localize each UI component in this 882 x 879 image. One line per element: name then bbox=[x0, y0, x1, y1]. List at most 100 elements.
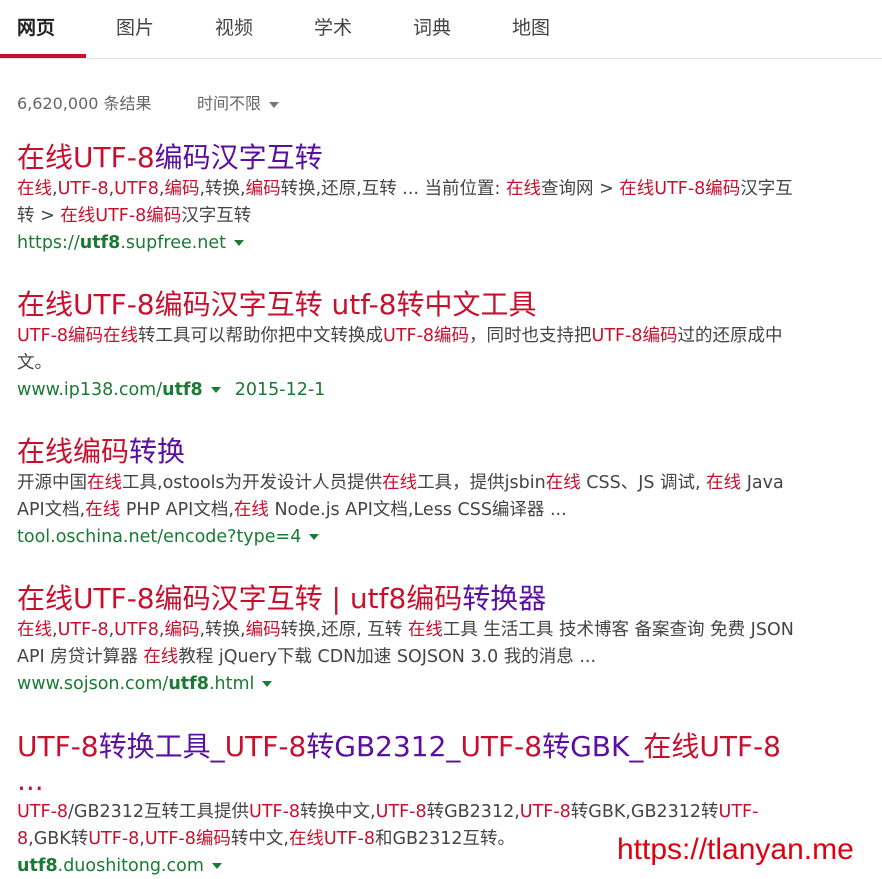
result-title-link[interactable]: 在线UTF-8编码汉字互转 | utf8编码转换器 bbox=[17, 582, 817, 616]
text-segment: 转GB2312_ bbox=[306, 730, 461, 763]
text-segment: 和GB2312互转。 bbox=[374, 829, 516, 849]
result-url-text: www.sojson.com/utf8.html bbox=[17, 674, 254, 694]
highlighted-keyword: 在线 bbox=[407, 620, 443, 640]
result-title-link[interactable]: 在线编码转换 bbox=[17, 435, 817, 469]
search-result: 在线UTF-8编码汉字互转 utf-8转中文工具 UTF-8编码在线转工具可以帮… bbox=[17, 288, 817, 403]
caret-down-icon[interactable] bbox=[262, 681, 273, 687]
result-url-text: utf8.duoshitong.com bbox=[17, 856, 204, 876]
highlighted-keyword: UTF-8 bbox=[249, 802, 301, 822]
highlighted-keyword: UTF-8 bbox=[88, 829, 140, 849]
highlighted-keyword: 在线UTF-8编码 bbox=[60, 206, 182, 226]
highlighted-keyword: 在线UTF-8编码汉字互转 bbox=[17, 288, 332, 321]
caret-down-icon[interactable] bbox=[210, 387, 221, 393]
highlighted-keyword: 在线 bbox=[233, 500, 269, 520]
highlighted-keyword: UTF-8 bbox=[460, 730, 543, 763]
highlighted-keyword: 在线 bbox=[87, 473, 122, 493]
tab-videos[interactable]: 视频 bbox=[215, 13, 253, 40]
text-segment: 转GBK_ bbox=[542, 730, 644, 763]
text-segment: 转换工具_ bbox=[98, 730, 225, 763]
highlighted-keyword: UTF8 bbox=[114, 620, 159, 640]
time-filter-dropdown[interactable]: 时间不限 bbox=[197, 90, 280, 114]
highlighted-keyword: 编码 bbox=[164, 179, 200, 199]
highlighted-keyword: 在线 bbox=[17, 179, 52, 199]
result-url: www.sojson.com/utf8.html bbox=[17, 671, 817, 697]
result-url-text: www.ip138.com/utf8 bbox=[17, 380, 203, 400]
text-segment: 转换 bbox=[129, 435, 186, 468]
highlighted-keyword: 在线 bbox=[17, 620, 52, 640]
highlighted-keyword: UTF-8编码 bbox=[591, 326, 678, 346]
bold-keyword: utf8 bbox=[168, 674, 209, 694]
highlighted-keyword: UTF8 bbox=[114, 179, 159, 199]
results-meta: 6,620,000 条结果 时间不限 bbox=[17, 90, 280, 114]
highlighted-keyword: 在线 bbox=[103, 326, 139, 346]
text-segment: CSS、JS 调试, bbox=[580, 473, 707, 493]
highlighted-keyword: 在线 bbox=[382, 473, 418, 493]
text-segment: 转GB2312, bbox=[426, 802, 520, 822]
text-segment: 转换中文, bbox=[300, 802, 376, 822]
highlighted-keyword: 编码 bbox=[73, 435, 130, 468]
result-snippet: 在线,UTF-8,UTF8,编码,转换,编码转换,还原,互转 ... 当前位置:… bbox=[17, 176, 807, 230]
tab-academic[interactable]: 学术 bbox=[314, 13, 352, 40]
search-result: 在线UTF-8编码汉字互转 | utf8编码转换器 在线,UTF-8,UTF8,… bbox=[17, 582, 817, 697]
highlighted-keyword: UTF-8编码 bbox=[383, 326, 470, 346]
text-segment: https:// bbox=[17, 233, 80, 253]
caret-down-icon[interactable] bbox=[211, 863, 222, 869]
text-segment: .html bbox=[208, 674, 255, 694]
highlighted-keyword: UTF-8编码 bbox=[17, 326, 104, 346]
highlighted-keyword: UTF-8 bbox=[375, 802, 427, 822]
highlighted-keyword: UTF-8编码 bbox=[144, 829, 231, 849]
highlighted-keyword: UTF-8 bbox=[17, 730, 99, 763]
text-segment: ,转换, bbox=[199, 620, 246, 640]
result-snippet: UTF-8编码在线转工具可以帮助你把中文转换成UTF-8编码，同时也支持把UTF… bbox=[17, 323, 807, 377]
caret-down-icon[interactable] bbox=[309, 534, 320, 540]
text-segment: 转换,还原, 互转 bbox=[280, 620, 408, 640]
text-segment: 工具，提供jsbin bbox=[417, 473, 546, 493]
result-snippet: 开源中国在线工具,ostools为开发设计人员提供在线工具，提供jsbin在线 … bbox=[17, 470, 807, 524]
time-filter-label: 时间不限 bbox=[197, 94, 262, 113]
caret-down-icon[interactable] bbox=[234, 240, 245, 246]
highlighted-keyword: 在线UTF-8编码 bbox=[619, 179, 741, 199]
result-title-link[interactable]: UTF-8转换工具_UTF-8转GB2312_UTF-8转GBK_在线UTF-8… bbox=[17, 730, 807, 798]
text-segment: 汉字互转 bbox=[181, 206, 252, 226]
highlighted-keyword: 在线 bbox=[545, 473, 581, 493]
text-segment: /GB2312互转工具提供 bbox=[68, 802, 250, 822]
tab-images[interactable]: 图片 bbox=[116, 13, 154, 40]
highlighted-keyword: 编码 bbox=[164, 620, 200, 640]
text-segment: 转换器 bbox=[462, 582, 547, 615]
text-segment: 教程 jQuery下载 CDN加速 SOJSON 3.0 我的消息 ... bbox=[178, 647, 597, 667]
result-date: 2015-12-1 bbox=[234, 380, 326, 400]
text-segment: .duoshitong.com bbox=[57, 856, 204, 876]
bold-keyword: utf8 bbox=[79, 233, 121, 253]
highlighted-keyword: 在线 bbox=[85, 500, 121, 520]
text-segment: ,GBK转 bbox=[28, 829, 89, 849]
highlighted-keyword: 在线UTF-8 bbox=[288, 829, 375, 849]
highlighted-keyword: 在线 bbox=[17, 141, 74, 174]
highlighted-keyword: UTF-8 bbox=[519, 802, 571, 822]
text-segment: tool.oschina.net/encode?type=4 bbox=[17, 527, 302, 547]
result-title-link[interactable]: 在线UTF-8编码汉字互转 utf-8转中文工具 bbox=[17, 288, 817, 322]
highlighted-keyword: utf-8 bbox=[331, 288, 397, 321]
tab-maps[interactable]: 地图 bbox=[512, 13, 550, 40]
text-segment: 转换,还原,互转 ... 当前位置: bbox=[280, 179, 506, 199]
tab-dictionary[interactable]: 词典 bbox=[413, 13, 451, 40]
text-segment: 编码汉字互转 bbox=[154, 141, 323, 174]
text-segment: 转GBK,GB2312转 bbox=[570, 802, 719, 822]
result-url-text: https://utf8.supfree.net bbox=[17, 233, 226, 253]
text-segment: www.ip138.com/ bbox=[17, 380, 163, 400]
text-segment: Node.js API文档,Less CSS编译器 ... bbox=[268, 500, 567, 520]
text-segment: 工具,ostools为开发设计人员提供 bbox=[122, 473, 383, 493]
highlighted-keyword: 在线UTF-8编码汉字互转 | bbox=[17, 582, 350, 615]
text-segment: 查询网 > bbox=[541, 179, 620, 199]
highlighted-keyword: UTF-8 bbox=[224, 730, 307, 763]
result-title-link[interactable]: 在线UTF-8编码汉字互转 bbox=[17, 141, 817, 175]
highlighted-keyword: UTF-8 bbox=[57, 179, 109, 199]
caret-down-icon bbox=[269, 101, 280, 108]
search-result: 在线UTF-8编码汉字互转 在线,UTF-8,UTF8,编码,转换,编码转换,还… bbox=[17, 141, 817, 256]
tab-web[interactable]: 网页 bbox=[17, 13, 55, 40]
text-segment: 开源中国 bbox=[17, 473, 87, 493]
highlighted-keyword: 在线 bbox=[143, 647, 179, 667]
highlighted-keyword: UTF-8 bbox=[73, 141, 155, 174]
highlighted-keyword: 在线 bbox=[506, 179, 541, 199]
search-result: 在线编码转换 开源中国在线工具,ostools为开发设计人员提供在线工具，提供j… bbox=[17, 435, 817, 550]
highlighted-keyword: 在线 bbox=[706, 473, 742, 493]
